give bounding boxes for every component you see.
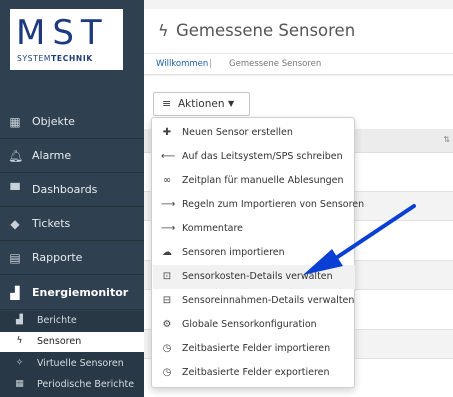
menu-item-kommentare[interactable]: ⟶ Kommentare: [153, 217, 355, 241]
gear-icon: ⚙: [162, 319, 172, 330]
logo-tagline: SYSTEMTECHNIK: [17, 54, 93, 63]
sidebar-item-objekte[interactable]: ▦ Objekte: [0, 105, 144, 139]
breadcrumb-current: Gemessene Sensoren: [229, 59, 322, 69]
ticket-icon: ◆: [10, 217, 20, 231]
bar-chart-icon: ▟: [10, 286, 20, 300]
sidebar-item-rapporte[interactable]: ▤ Rapporte: [0, 241, 144, 275]
table-icon: ▦: [15, 379, 24, 389]
page-header: ϟ Gemessene Sensoren: [144, 9, 453, 54]
menu-item-zeitbasierte-exportieren[interactable]: ◷ Zeitbasierte Felder exportieren: [153, 361, 355, 385]
bolt-icon: ϟ: [16, 336, 23, 346]
sidebar-item-alarme[interactable]: 🔔︎ Alarme: [0, 139, 144, 173]
menu-item-neuen-sensor[interactable]: ✚ Neuen Sensor erstellen: [153, 121, 355, 145]
menu-item-sensoren-importieren[interactable]: ☁ Sensoren importieren: [153, 241, 355, 265]
breadcrumb: Willkommen | Gemessene Sensoren: [144, 54, 453, 75]
box-arrow-left-icon: ⊟: [162, 295, 172, 306]
menu-item-zeitplan-ablesungen[interactable]: ∞ Zeitplan für manuelle Ablesungen: [153, 169, 355, 193]
glasses-icon: ∞: [162, 175, 172, 186]
clock-icon: ◷: [162, 367, 172, 378]
building-icon: ▦: [9, 115, 21, 129]
bar-chart-small-icon: ▟: [16, 315, 23, 325]
arrow-right-icon: ⟶: [161, 223, 176, 234]
box-arrow-right-icon: ⊡: [162, 271, 172, 282]
cloud-upload-icon: ☁: [162, 247, 172, 258]
sidebar-item-dashboards[interactable]: ▀ Dashboards: [0, 173, 144, 207]
menu-item-sensorkosten-details[interactable]: ⊡ Sensorkosten-Details verwalten: [153, 265, 355, 289]
subnav-item-periodische-berichte[interactable]: ▦ Periodische Berichte: [0, 375, 144, 395]
menu-item-sensoreinnahmen-details[interactable]: ⊟ Sensoreinnahmen-Details verwalten: [153, 289, 355, 313]
menu-item-zeitbasierte-importieren[interactable]: ◷ Zeitbasierte Felder importieren: [153, 337, 355, 361]
arrow-left-icon: ⟵: [161, 151, 176, 162]
page-title: Gemessene Sensoren: [176, 21, 356, 40]
subnav-item-berichte[interactable]: ▟ Berichte: [0, 311, 144, 331]
sidebar-item-energiemonitor[interactable]: ▟ Energiemonitor: [0, 276, 144, 310]
clock-icon: ◷: [162, 343, 172, 354]
breadcrumb-separator: |: [209, 59, 212, 69]
subnav-item-sensoren[interactable]: ϟ Sensoren: [0, 332, 144, 352]
actions-label: Aktionen: [178, 98, 225, 110]
sidebar-item-tickets[interactable]: ◆ Tickets: [0, 207, 144, 241]
energiemonitor-submenu: ▟ Berichte ϟ Sensoren ✧ Virtuelle Sensor…: [0, 311, 144, 397]
logo-wordmark: MST: [16, 13, 109, 53]
actions-dropdown-button[interactable]: ≡ Aktionen ▼: [153, 92, 250, 116]
document-icon: ▤: [9, 251, 21, 265]
dashboard-icon: ▀: [10, 183, 20, 197]
arrow-right-icon: ⟶: [161, 199, 176, 210]
company-logo[interactable]: MST SYSTEMTECHNIK: [10, 9, 123, 70]
plus-icon: ✚: [162, 127, 172, 138]
sort-icon[interactable]: ⇅: [443, 135, 450, 144]
breadcrumb-home-link[interactable]: Willkommen: [156, 59, 208, 70]
menu-icon: ≡: [162, 97, 172, 110]
menu-item-regeln-importieren[interactable]: ⟶ Regeln zum Importieren von Sensoren: [153, 193, 364, 217]
caret-down-icon: ▼: [228, 99, 235, 108]
bell-icon: 🔔︎: [8, 149, 24, 163]
menu-item-globale-konfiguration[interactable]: ⚙ Globale Sensorkonfiguration: [153, 313, 355, 337]
bolt-icon: ϟ: [158, 21, 169, 40]
subnav-item-virtuelle-sensoren[interactable]: ✧ Virtuelle Sensoren: [0, 354, 144, 374]
logo-area: MST SYSTEMTECHNIK: [0, 0, 144, 87]
menu-item-leitsystem-schreiben[interactable]: ⟵ Auf das Leitsystem/SPS schreiben: [153, 145, 355, 169]
magic-wand-icon: ✧: [15, 358, 24, 368]
actions-menu: ✚ Neuen Sensor erstellen ⟵ Auf das Leits…: [151, 117, 364, 388]
